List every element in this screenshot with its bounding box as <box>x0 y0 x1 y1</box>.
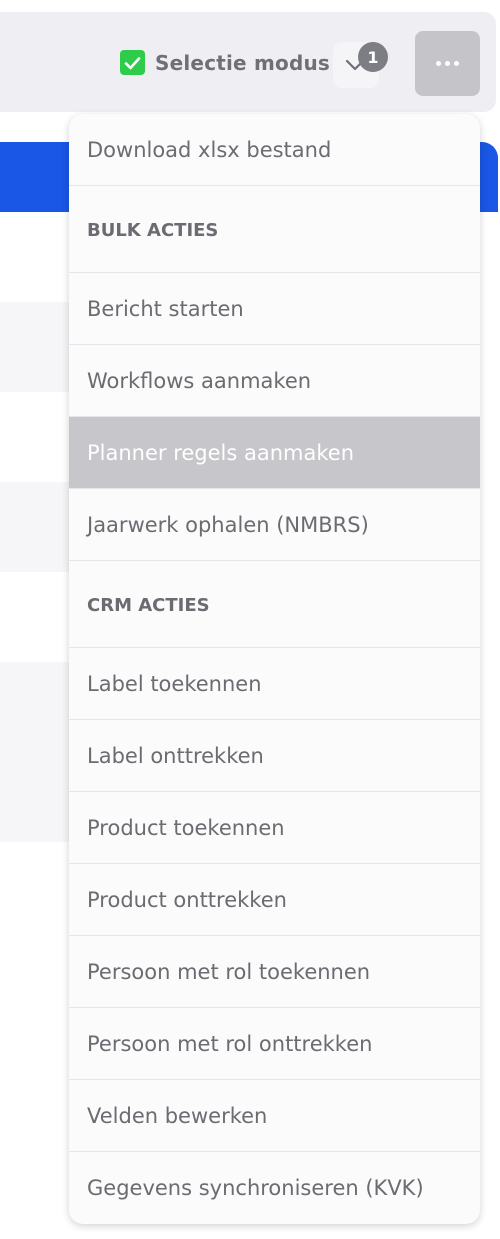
menu-item-product-toekennen[interactable]: Product toekennen <box>69 792 480 864</box>
table-row[interactable] <box>0 482 80 572</box>
menu-section-crm-acties: CRM ACTIES <box>69 561 480 648</box>
checkbox-checked-icon[interactable] <box>120 50 145 75</box>
menu-item-label: Product onttrekken <box>87 887 287 912</box>
menu-item-download-xlsx[interactable]: Download xlsx bestand <box>69 114 480 186</box>
more-dot-icon <box>436 61 441 66</box>
menu-section-bulk-acties: BULK ACTIES <box>69 186 480 273</box>
menu-item-product-onttrekken[interactable]: Product onttrekken <box>69 864 480 936</box>
more-options-button[interactable] <box>415 31 480 96</box>
more-dot-icon <box>454 61 459 66</box>
menu-item-label: Product toekennen <box>87 815 285 840</box>
menu-item-jaarwerk-ophalen[interactable]: Jaarwerk ophalen (NMBRS) <box>69 489 480 561</box>
menu-item-persoon-rol-toekennen[interactable]: Persoon met rol toekennen <box>69 936 480 1008</box>
menu-item-workflows-aanmaken[interactable]: Workflows aanmaken <box>69 345 480 417</box>
more-dot-icon <box>445 61 450 66</box>
menu-item-planner-regels-aanmaken[interactable]: Planner regels aanmaken <box>69 417 480 489</box>
menu-item-gegevens-synchroniseren[interactable]: Gegevens synchroniseren (KVK) <box>69 1152 480 1224</box>
menu-item-label: Planner regels aanmaken <box>87 440 355 465</box>
menu-item-label: Velden bewerken <box>87 1103 268 1128</box>
selection-mode-label: Selectie modus <box>155 50 331 75</box>
menu-item-label: Persoon met rol toekennen <box>87 959 371 984</box>
menu-item-label: Label onttrekken <box>87 743 264 768</box>
table-row[interactable] <box>0 302 80 392</box>
menu-item-label: Workflows aanmaken <box>87 368 312 393</box>
menu-item-label-onttrekken[interactable]: Label onttrekken <box>69 720 480 792</box>
menu-section-label: CRM ACTIES <box>87 594 210 616</box>
menu-section-label: BULK ACTIES <box>87 219 219 241</box>
menu-item-label: Download xlsx bestand <box>87 137 332 162</box>
menu-item-label: Gegevens synchroniseren (KVK) <box>87 1176 424 1200</box>
menu-item-persoon-rol-onttrekken[interactable]: Persoon met rol onttrekken <box>69 1008 480 1080</box>
menu-item-label: Jaarwerk ophalen (NMBRS) <box>87 512 369 537</box>
selection-mode-toggle[interactable]: Selectie modus <box>120 50 330 75</box>
menu-item-velden-bewerken[interactable]: Velden bewerken <box>69 1080 480 1152</box>
menu-item-label: Persoon met rol onttrekken <box>87 1031 373 1056</box>
menu-item-bericht-starten[interactable]: Bericht starten <box>69 273 480 345</box>
menu-item-label: Label toekennen <box>87 671 262 696</box>
selected-count-badge: 1 <box>358 42 388 72</box>
menu-item-label-toekennen[interactable]: Label toekennen <box>69 648 480 720</box>
menu-item-label: Bericht starten <box>87 296 244 321</box>
table-row[interactable] <box>0 752 80 842</box>
actions-dropdown-menu: Download xlsx bestand BULK ACTIES Berich… <box>69 114 480 1224</box>
table-row[interactable] <box>0 662 80 752</box>
